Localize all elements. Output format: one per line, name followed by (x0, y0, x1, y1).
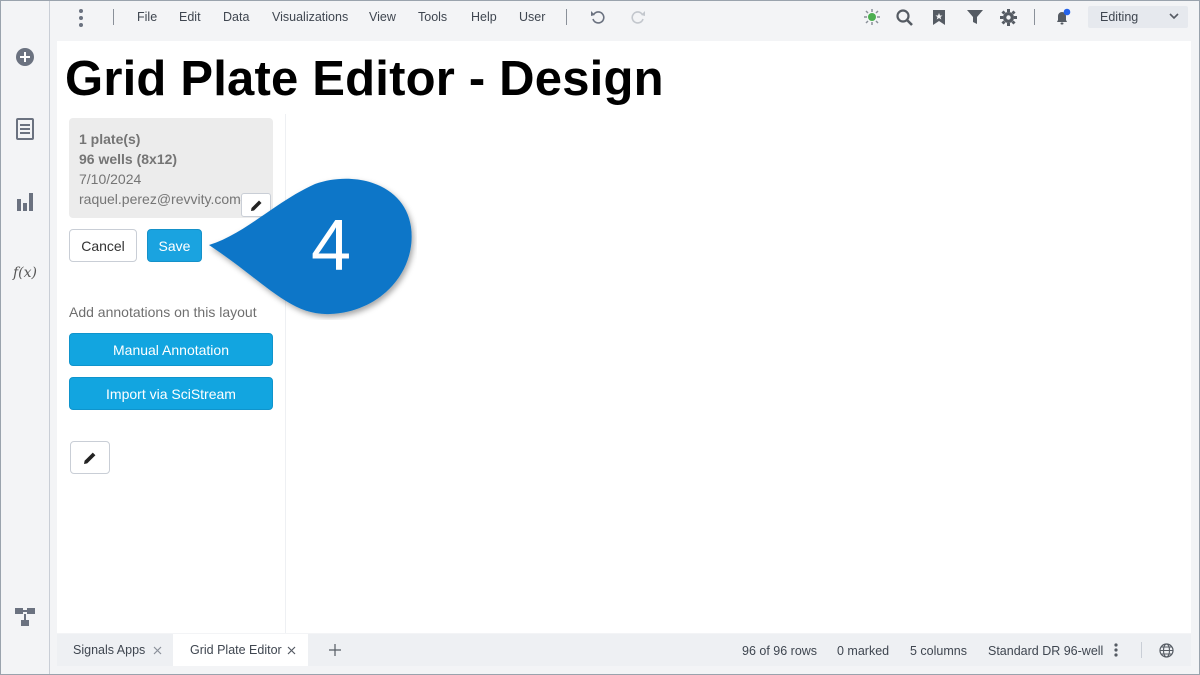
notifications-icon[interactable] (1052, 6, 1074, 28)
settings-icon[interactable] (997, 6, 1019, 28)
workflow-icon[interactable] (9, 601, 41, 633)
tab-grid-plate-editor[interactable]: Grid Plate Editor (173, 634, 308, 666)
row-count: 96 of 96 rows (742, 644, 818, 658)
page-title: Grid Plate Editor - Design (65, 52, 664, 106)
filter-icon[interactable] (964, 6, 986, 28)
undo-icon[interactable] (587, 6, 609, 28)
save-button[interactable]: Save (147, 229, 202, 262)
plate-count: 1 plate(s) (79, 131, 141, 147)
recommendations-icon[interactable] (861, 6, 883, 28)
manual-annotation-button[interactable]: Manual Annotation (69, 333, 273, 366)
menu-data[interactable]: Data (223, 10, 249, 24)
pencil-icon (84, 452, 96, 464)
close-icon[interactable] (284, 643, 298, 657)
main-canvas: Grid Plate Editor - Design 1 plate(s) 96… (57, 41, 1191, 633)
layout-name: Standard DR 96-well (988, 644, 1104, 658)
menu-help[interactable]: Help (471, 10, 497, 24)
globe-icon[interactable] (1157, 634, 1175, 666)
more-vertical-icon[interactable] (1109, 634, 1123, 666)
menu-separator (566, 9, 567, 25)
statusbar-separator (1141, 642, 1142, 658)
left-rail: f(x) (0, 0, 50, 675)
column-count: 5 columns (910, 644, 967, 658)
more-vertical-icon[interactable] (75, 8, 87, 28)
mode-select-value: Editing (1100, 10, 1139, 24)
menu-file[interactable]: File (137, 10, 157, 24)
tab-label: Grid Plate Editor (190, 643, 282, 657)
mode-select[interactable]: Editing (1088, 6, 1188, 28)
bar-chart-icon[interactable] (9, 185, 41, 217)
menu-tools[interactable]: Tools (418, 10, 447, 24)
add-tab-icon[interactable] (325, 634, 345, 666)
document-list-icon[interactable] (9, 113, 41, 145)
menu-edit[interactable]: Edit (179, 10, 201, 24)
import-scistream-button[interactable]: Import via SciStream (69, 377, 273, 410)
menu-separator (113, 9, 114, 25)
menu-view[interactable]: View (369, 10, 396, 24)
statusbar: Signals Apps Grid Plate Editor 96 of 96 … (57, 634, 1191, 666)
close-icon[interactable] (150, 643, 164, 657)
tab-label: Signals Apps (73, 643, 146, 657)
menu-user[interactable]: User (519, 10, 545, 24)
add-circle-icon[interactable] (9, 41, 41, 73)
toolbar-separator (1034, 9, 1035, 25)
bookmark-icon[interactable] (928, 6, 950, 28)
edit-layout-button[interactable] (70, 441, 110, 474)
chevron-down-icon (1168, 10, 1180, 25)
well-count: 96 wells (8x12) (79, 151, 178, 167)
step-callout-number: 4 (310, 206, 352, 286)
menubar: File Edit Data Visualizations View Tools… (51, 0, 1199, 34)
redo-icon[interactable] (627, 6, 649, 28)
cancel-button[interactable]: Cancel (69, 229, 137, 262)
menu-visualizations[interactable]: Visualizations (272, 10, 348, 24)
tab-signals-apps[interactable]: Signals Apps (57, 634, 172, 666)
function-fx-icon[interactable]: f(x) (9, 257, 41, 289)
marked-count: 0 marked (837, 644, 890, 658)
search-icon[interactable] (893, 6, 915, 28)
